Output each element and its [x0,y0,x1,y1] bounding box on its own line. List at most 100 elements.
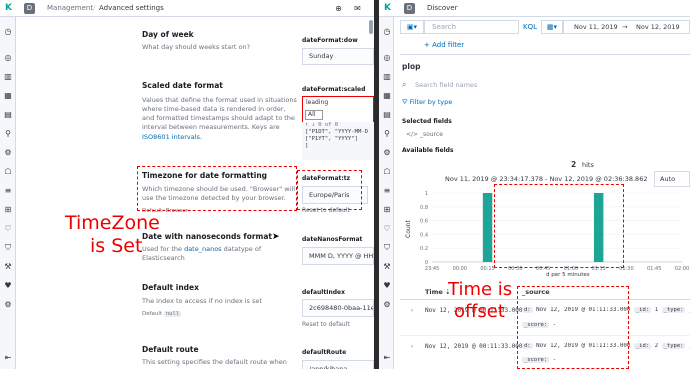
discover-compass-icon[interactable]: ◎ [382,53,392,63]
filter-by-type-button[interactable]: ⛛ Filter by type [402,98,452,107]
add-filter-button[interactable]: + Add filter [424,41,464,49]
management-gear-icon[interactable]: ⚙ [3,300,13,310]
interval-select[interactable]: Auto [654,171,690,187]
ml-icon[interactable]: ⚙ [382,148,392,158]
time-column-header[interactable]: Time ⇣ [425,288,451,296]
kibana-logo-icon[interactable]: K [3,3,14,14]
annotation-line: TimeZone [65,212,160,234]
visualize-icon[interactable]: ▥ [3,72,13,82]
discover-compass-icon[interactable]: ◎ [3,53,13,63]
breadcrumb-advanced-settings: Advanced settings [99,4,164,12]
setting-description-line: Values that define the format used in si… [142,96,297,104]
management-gear-icon[interactable]: ⚙ [382,300,392,310]
time-offset-highlight-box [494,184,624,268]
code-line: ["P1YT", "YYYY"] [305,136,358,142]
mail-icon[interactable]: ✉ [352,3,363,14]
setting-description: What day should weeks start on? [142,43,251,51]
iso8601-link[interactable]: ISO8601 intervals. [142,133,202,142]
index-pattern-title[interactable]: plop [402,62,420,71]
dev-tools-icon[interactable]: ⚒ [3,262,13,272]
infrastructure-icon[interactable]: ☖ [3,167,13,177]
y-axis-label: Count [405,220,412,238]
ml-icon[interactable]: ⚙ [3,148,13,158]
date-picker: Nov 11, 2019 → Nov 12, 2019 [563,20,690,34]
date-nanos-format-input[interactable]: MMM D, YYYY @ HH [302,247,374,265]
autocomplete-option-all[interactable]: All [305,110,323,120]
recent-clock-icon[interactable]: ◷ [3,27,13,37]
prev-arrow-icon[interactable]: ↑ [305,122,308,128]
setting-description-line: interval between measurements. Keys are [142,123,280,131]
timezone-highlight-box [137,166,297,211]
field-search-input[interactable]: Search field names [415,81,477,89]
dev-tools-icon[interactable]: ⚒ [382,262,392,272]
recent-clock-icon[interactable]: ◷ [382,27,392,37]
default-label: Default [142,311,163,317]
canvas-icon[interactable]: ▤ [3,110,13,120]
collapse-nav-icon[interactable]: ⇤ [3,353,13,363]
dashboard-icon[interactable]: ▦ [382,91,392,101]
apm-icon[interactable]: ⊞ [382,205,392,215]
expand-row-icon[interactable]: › [411,343,413,350]
default-route-input[interactable]: /app/kibana [302,360,374,369]
reset-to-default-link[interactable]: Reset to default [302,321,350,328]
source-field-item[interactable]: </> _source [406,131,443,138]
discover-window: K D Discover ◷ ◎ ▥ ▦ ▤ ⚲ ⚙ ☖ ≡ ⊞ ♡ ⛉ ⚒ ♥… [379,0,690,369]
end-date[interactable]: Nov 12, 2019 [636,21,680,33]
saved-query-menu-button[interactable]: ▣▾ [400,20,424,34]
histogram-bar [482,193,493,262]
default-index-input[interactable]: 2c698480-0baa-11e [302,299,374,317]
space-badge[interactable]: D [24,3,35,14]
date-quick-menu-button[interactable]: ▦▾ [541,20,563,34]
logs-icon[interactable]: ≡ [3,186,13,196]
right-side-nav: ◷ ◎ ▥ ▦ ▤ ⚲ ⚙ ☖ ≡ ⊞ ♡ ⛉ ⚒ ♥ ⚙ ⇤ [379,17,394,369]
visualize-icon[interactable]: ▥ [382,72,392,82]
annotation-line: is Set [90,235,143,257]
kql-toggle-button[interactable]: KQL [519,20,541,34]
code-icon: </> [406,131,419,138]
code-line: ["P1DT", "YYYY-MM-D [305,129,368,135]
funnel-icon: ⛛ [402,98,408,106]
start-date[interactable]: Nov 11, 2019 [574,21,618,33]
field-search-icon: ⌕ [402,80,407,89]
monitoring-icon[interactable]: ♥ [382,281,392,291]
siem-icon[interactable]: ⛉ [382,243,392,253]
dashboard-icon[interactable]: ▦ [3,91,13,101]
canvas-icon[interactable]: ▤ [382,110,392,120]
monitoring-icon[interactable]: ♥ [3,281,13,291]
breadcrumb-management[interactable]: Management [47,0,93,17]
default-value-text: null [163,311,182,317]
uptime-icon[interactable]: ♡ [382,224,392,234]
setting-key: dateFormat:dow [302,37,358,44]
y-tick-label: 0.2 [420,246,428,252]
kibana-logo-icon[interactable]: K [382,3,393,14]
infrastructure-icon[interactable]: ☖ [382,167,392,177]
scrollbar-thumb[interactable] [369,20,373,34]
divider [400,54,690,55]
maps-icon[interactable]: ⚲ [382,129,392,139]
code-line: ] [305,143,309,149]
siem-icon[interactable]: ⛉ [3,243,13,253]
expand-row-icon[interactable]: › [411,307,413,314]
scaled-format-code-editor[interactable]: ↑ ↓ 0 of 0 ["P1DT", "YYYY-MM-D ["P1YT", … [302,122,374,160]
query-search-input[interactable]: Search [424,20,519,34]
selected-fields-heading: Selected fields [402,118,452,125]
hits-count: 2 [571,160,577,169]
space-badge[interactable]: D [404,3,415,14]
maps-icon[interactable]: ⚲ [3,129,13,139]
setting-title: Default route [142,345,199,354]
next-arrow-icon[interactable]: ↓ [312,122,315,128]
time-range-label: Nov 11, 2019 @ 23:34:17.378 - Nov 12, 20… [445,175,648,183]
breadcrumb-discover: Discover [427,4,458,12]
autocomplete-input[interactable]: leading [306,99,328,106]
uptime-icon[interactable]: ♡ [3,224,13,234]
logs-icon[interactable]: ≡ [382,186,392,196]
help-icon[interactable]: ⊕ [333,3,344,14]
setting-key: dateFormat:scaled [302,86,366,93]
date-nanos-link[interactable]: date_nanos [184,245,222,253]
apm-icon[interactable]: ⊞ [3,205,13,215]
annotation-line: offset [454,301,505,322]
setting-description-line: Elasticsearch [142,254,185,262]
collapse-nav-icon[interactable]: ⇤ [382,353,392,363]
x-tick-label: 00:15 [480,266,494,272]
day-of-week-select[interactable]: Sunday [302,48,374,65]
